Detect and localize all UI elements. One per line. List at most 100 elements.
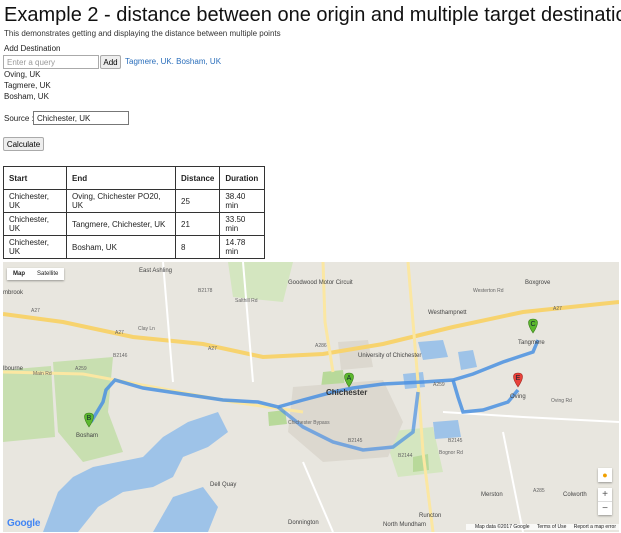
source-label: Source : — [4, 114, 34, 123]
destinations-link[interactable]: Tagmere, UK. Bosham, UK — [125, 57, 221, 66]
place-label: Oving — [510, 394, 526, 400]
place-label: Goodwood Motor Circuit — [288, 280, 353, 286]
road-label: A27 — [208, 346, 217, 352]
road-label: Clay Ln — [138, 326, 155, 332]
road-label: Main Rd — [33, 371, 52, 377]
place-label: mbrook — [3, 290, 24, 296]
cell-end: Bosham, UK — [66, 235, 176, 259]
marker-a-label: A — [347, 375, 352, 382]
road-label: B2146 — [113, 353, 128, 359]
place-label: East Ashling — [139, 268, 172, 274]
route-line — [451, 379, 520, 414]
place-label: University of Chichester — [358, 353, 421, 359]
road-label: A259 — [433, 382, 445, 388]
place-label: Colworth — [563, 492, 587, 498]
source-input[interactable] — [33, 111, 129, 125]
cell-duration: 33.50 min — [219, 212, 266, 236]
marker-c[interactable]: C — [528, 318, 538, 334]
destination-list: Oving, UK Tagmere, UK Bosham, UK — [4, 69, 51, 102]
cell-start: Chichester, UK — [3, 235, 67, 259]
zoom-in-button[interactable]: + — [598, 488, 612, 501]
page-description: This demonstrates getting and displaying… — [4, 29, 281, 38]
cell-end: Oving, Chichester PO20, UK — [66, 189, 176, 213]
minor-road — [162, 262, 174, 383]
road-label: A27 — [553, 306, 562, 312]
header-duration: Duration — [219, 166, 266, 190]
marker-e[interactable]: E — [513, 372, 523, 388]
road-label: A27 — [31, 308, 40, 314]
table-header-row: Start End Distance Duration — [3, 166, 266, 190]
cell-start: Chichester, UK — [3, 212, 67, 236]
a285-road — [406, 262, 435, 532]
road-label: Westerton Rd — [473, 288, 504, 294]
road-label: B2145 — [348, 438, 363, 444]
a27-road — [3, 300, 619, 360]
harbour-water — [153, 487, 218, 532]
destination-item: Bosham, UK — [4, 92, 49, 101]
lake — [418, 340, 448, 360]
place-label: Merston — [481, 492, 503, 498]
road-label: B2145 — [448, 438, 463, 444]
place-label: Boxgrove — [525, 280, 551, 286]
header-end: End — [66, 166, 176, 190]
road-label: A259 — [75, 366, 87, 372]
minor-road — [442, 411, 619, 423]
place-label: North Mundham — [383, 522, 426, 528]
road-label: Oving Rd — [551, 398, 572, 404]
cell-distance: 25 — [174, 189, 221, 213]
destination-item: Oving, UK — [4, 70, 41, 79]
google-logo[interactable]: Google — [7, 518, 40, 529]
calculate-button[interactable]: Calculate — [3, 137, 44, 151]
map-data-credit: Map data ©2017 Google — [474, 524, 530, 530]
report-map-error-link[interactable]: Report a map error — [574, 524, 616, 530]
page-title: Example 2 - distance between one origin … — [4, 4, 621, 26]
map-type-control: Map Satellite — [7, 268, 65, 280]
cell-duration: 14.78 min — [219, 235, 266, 259]
pegman-icon[interactable]: ● — [598, 468, 612, 482]
zoom-control: + − — [598, 488, 612, 515]
lake — [458, 350, 477, 370]
cell-distance: 21 — [174, 212, 221, 236]
map-attribution: Map data ©2017 Google Terms of Use Repor… — [465, 524, 619, 530]
place-label: Tangmere — [518, 340, 545, 346]
add-button[interactable]: Add — [100, 55, 121, 69]
marker-e-label: E — [516, 375, 521, 382]
cell-distance: 8 — [174, 235, 221, 259]
road-label: A285 — [533, 488, 545, 494]
lake — [433, 420, 461, 439]
destination-item: Tagmere, UK — [4, 81, 51, 90]
road-label: A286 — [315, 343, 327, 349]
table-row: Chichester, UK Oving, Chichester PO20, U… — [3, 189, 266, 213]
cell-end: Tangmere, Chichester, UK — [66, 212, 176, 236]
minor-road — [502, 431, 524, 532]
header-distance: Distance — [174, 166, 221, 190]
woodland-area — [228, 262, 293, 302]
table-row: Chichester, UK Tangmere, Chichester, UK … — [3, 212, 266, 236]
cell-duration: 38.40 min — [219, 189, 266, 213]
add-destination-label: Add Destination — [4, 44, 61, 53]
header-start: Start — [3, 166, 67, 190]
cell-start: Chichester, UK — [3, 189, 67, 213]
map-graphic[interactable]: A B C E East Ashling Goodwood Motor Circ… — [3, 262, 619, 532]
road-label: A27 — [115, 330, 124, 336]
marker-b-label: B — [87, 415, 92, 422]
map-canvas[interactable]: A B C E East Ashling Goodwood Motor Circ… — [3, 262, 619, 532]
google-logo-text: Google — [7, 518, 41, 529]
place-label: Chichester — [326, 388, 367, 397]
table-row: Chichester, UK Bosham, UK 8 14.78 min — [3, 235, 266, 259]
place-label: Westhampnett — [428, 310, 467, 316]
destination-query-input[interactable] — [3, 55, 99, 69]
woodland-area — [3, 366, 55, 442]
map-type-satellite-button[interactable]: Satellite — [31, 268, 64, 280]
results-table: Start End Distance Duration Chichester, … — [3, 166, 266, 259]
terms-of-use-link[interactable]: Terms of Use — [537, 524, 566, 530]
road-label: Salthill Rd — [235, 298, 258, 304]
place-label: Bosham — [76, 433, 98, 439]
place-label: Donnington — [288, 520, 319, 526]
place-label: Runcton — [419, 513, 441, 519]
road-label: Bognor Rd — [439, 450, 463, 456]
map-type-map-button[interactable]: Map — [7, 268, 31, 280]
road-label: Chichester Bypass — [288, 420, 330, 426]
zoom-out-button[interactable]: − — [598, 502, 612, 515]
place-label: lbourne — [3, 366, 24, 372]
